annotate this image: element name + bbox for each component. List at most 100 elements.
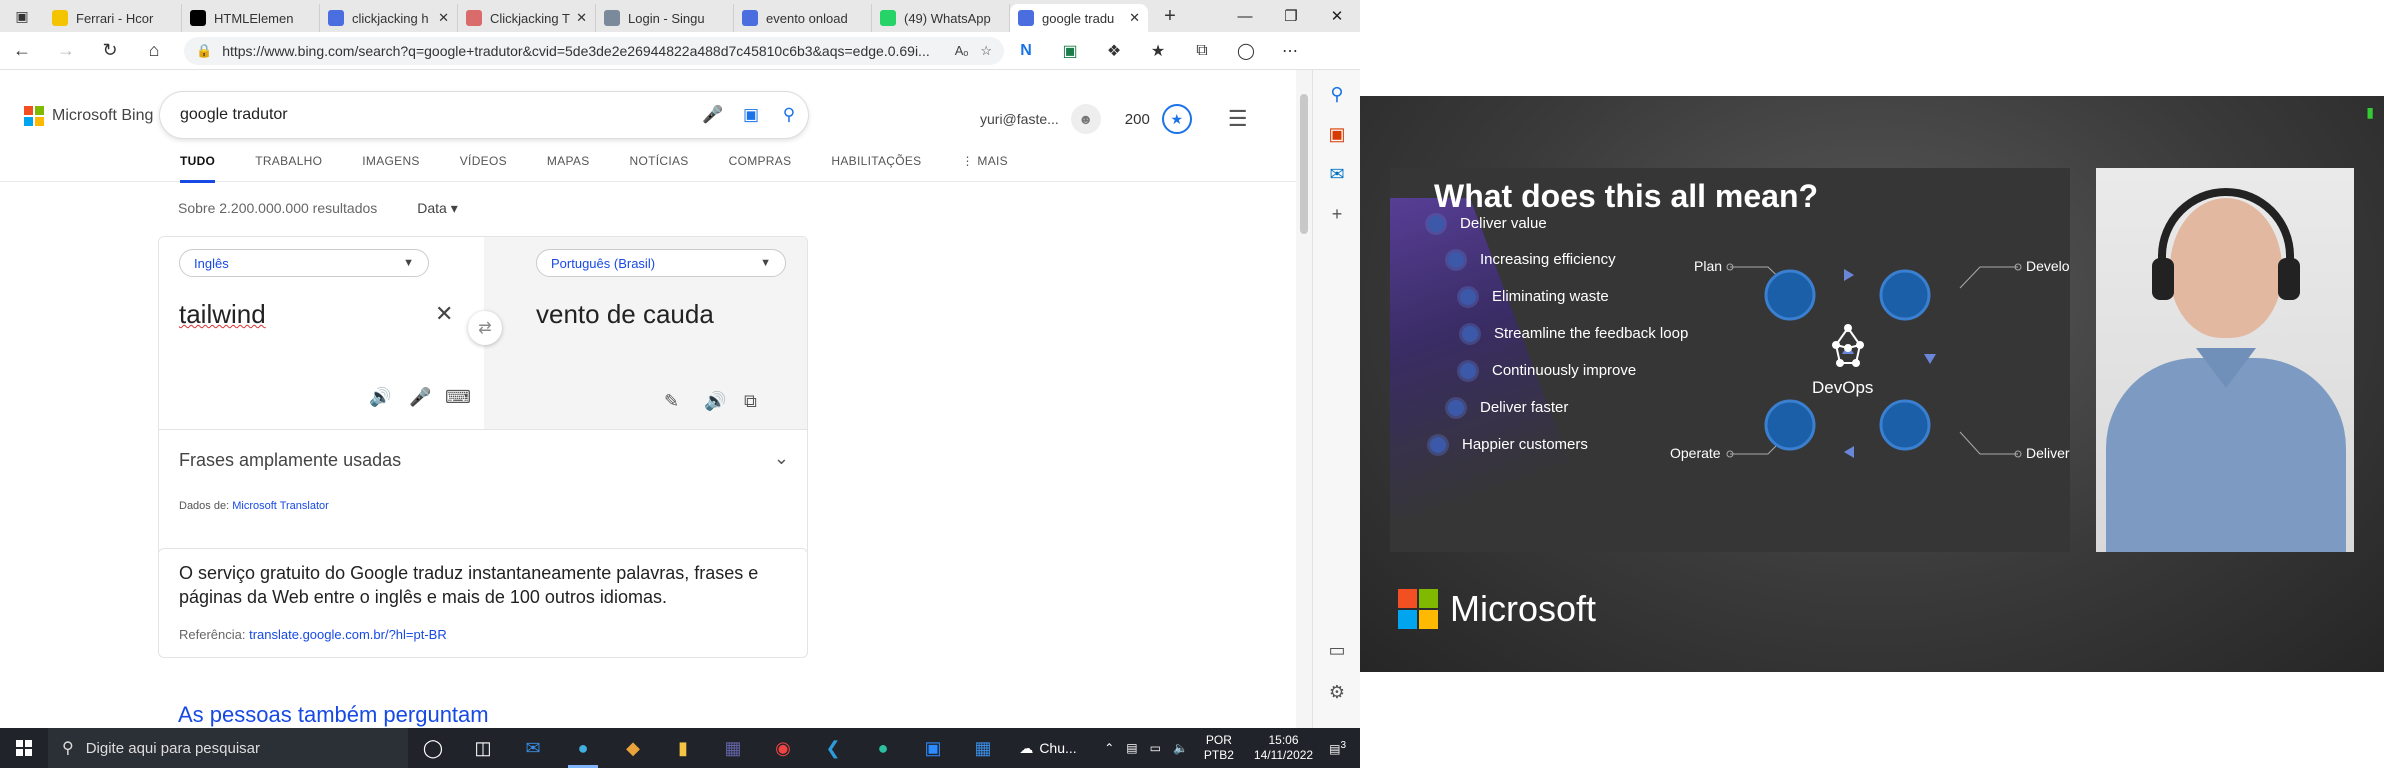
teams-icon[interactable]: ▦ xyxy=(708,728,758,768)
avatar-icon[interactable]: ☻ xyxy=(1070,104,1101,134)
outlook-icon[interactable]: ✉ xyxy=(1313,164,1361,185)
add-icon[interactable]: + xyxy=(1313,204,1361,225)
tab-actions-icon[interactable]: ▣ xyxy=(0,0,44,32)
task-view-icon[interactable]: ◫ xyxy=(458,728,508,768)
weather-icon[interactable]: ☁ Chu... xyxy=(1008,728,1088,768)
clear-icon[interactable]: ✕ xyxy=(435,301,453,327)
swap-languages-button[interactable]: ⇄ xyxy=(468,311,502,345)
browser-tab[interactable]: google tradu ✕ xyxy=(1010,4,1148,32)
zoom-icon[interactable]: ▣ xyxy=(908,728,958,768)
taskbar-search[interactable]: ⚲ Digite aqui para pesquisar xyxy=(48,728,408,768)
scope-tab[interactable]: TRABALHO xyxy=(255,154,322,183)
start-button[interactable] xyxy=(0,728,48,768)
microphone-icon[interactable]: 🎤 xyxy=(409,387,431,408)
scope-tab[interactable]: COMPRAS xyxy=(729,154,792,183)
browser-tab[interactable]: Ferrari - Hcor xyxy=(44,4,182,32)
refresh-button[interactable]: ↻ xyxy=(88,32,132,70)
edge-icon[interactable]: ● xyxy=(558,728,608,768)
calendar-icon[interactable]: ▦ xyxy=(958,728,1008,768)
search-icon[interactable]: ⚲ xyxy=(1313,84,1361,105)
speaker-icon[interactable]: 🔊 xyxy=(369,387,391,408)
browser-tab[interactable]: HTMLElemen xyxy=(182,4,320,32)
keyboard-icon[interactable]: ⌨ xyxy=(445,387,471,408)
read-aloud-icon[interactable]: Aₒ xyxy=(955,43,969,58)
chrome-icon[interactable]: ◉ xyxy=(758,728,808,768)
browser-tab[interactable]: Clickjacking T ✕ xyxy=(458,4,596,32)
scope-tab[interactable]: ⋮ MAIS xyxy=(961,154,1007,183)
close-tab-icon[interactable]: ✕ xyxy=(576,10,587,26)
extension-n-icon[interactable]: N xyxy=(1004,32,1048,70)
account-name[interactable]: yuri@faste... xyxy=(980,111,1059,127)
close-tab-icon[interactable]: ✕ xyxy=(1129,10,1140,26)
phrases-toggle[interactable]: Frases amplamente usadas xyxy=(179,450,401,471)
browser-tab[interactable]: Login - Singu xyxy=(596,4,734,32)
profile-icon[interactable]: ◯ xyxy=(1224,32,1268,70)
devops-nodes xyxy=(1726,263,2022,458)
bing-logo[interactable]: Microsoft Bing xyxy=(24,106,153,126)
page-scrollbar[interactable] xyxy=(1296,70,1312,728)
browser-tab[interactable]: evento onload xyxy=(734,4,872,32)
language-indicator[interactable]: POR PTB2 xyxy=(1204,733,1234,763)
speaker-icon[interactable]: 🔊 xyxy=(704,391,726,412)
edge-secondary-icon[interactable]: ● xyxy=(858,728,908,768)
restore-button[interactable]: ❐ xyxy=(1268,0,1314,32)
favorites-icon[interactable]: ★ xyxy=(1136,32,1180,70)
source-language-select[interactable]: Inglês ▼ xyxy=(179,249,429,277)
tab-title: evento onload xyxy=(766,10,848,26)
scrollbar-thumb[interactable] xyxy=(1300,94,1308,234)
browser-tab[interactable]: clickjacking h ✕ xyxy=(320,4,458,32)
minimize-button[interactable]: — xyxy=(1222,0,1268,32)
settings-more-icon[interactable]: ⋯ xyxy=(1268,32,1312,70)
home-button[interactable]: ⌂ xyxy=(132,32,176,70)
favorite-star-icon[interactable]: ☆ xyxy=(980,43,992,59)
people-also-ask-heading[interactable]: As pessoas também perguntam xyxy=(178,702,489,728)
close-tab-icon[interactable]: ✕ xyxy=(438,10,449,26)
app-icon[interactable]: ◆ xyxy=(608,728,658,768)
chevron-up-icon[interactable]: ⌃ xyxy=(1104,741,1114,755)
source-text-input[interactable]: tailwind xyxy=(179,299,266,330)
address-bar[interactable]: 🔒 https://www.bing.com/search?q=google+t… xyxy=(184,36,1004,65)
scope-tab[interactable]: HABILITAÇÕES xyxy=(831,154,921,183)
collections-icon[interactable]: ⧉ xyxy=(1180,32,1224,70)
menu-icon[interactable]: ☰ xyxy=(1228,106,1248,132)
network-icon[interactable]: ▤ xyxy=(1126,741,1137,755)
search-icon[interactable]: ⚲ xyxy=(770,105,808,125)
credit-link[interactable]: Microsoft Translator xyxy=(232,500,329,512)
copy-icon[interactable]: ⧉ xyxy=(744,391,757,412)
browser-tab[interactable]: (49) WhatsApp xyxy=(872,4,1010,32)
new-tab-button[interactable]: + xyxy=(1148,0,1192,32)
target-language-select[interactable]: Português (Brasil) ▼ xyxy=(536,249,786,277)
search-box[interactable]: google tradutor 🎤 ▣ ⚲ xyxy=(160,92,808,138)
plan-node-icon xyxy=(1764,269,1816,321)
display-icon[interactable]: ▭ xyxy=(1150,741,1161,755)
split-screen-icon[interactable]: ▭ xyxy=(1313,640,1361,661)
visual-search-icon[interactable]: ▣ xyxy=(732,105,770,125)
office-icon[interactable]: ▣ xyxy=(1313,124,1361,145)
rewards-points[interactable]: 200 xyxy=(1125,111,1150,128)
microphone-icon[interactable]: 🎤 xyxy=(694,105,732,125)
vscode-icon[interactable]: ❮ xyxy=(808,728,858,768)
back-button[interactable]: ← xyxy=(0,32,44,70)
scope-tab[interactable]: IMAGENS xyxy=(362,154,419,183)
scope-tab[interactable]: VÍDEOS xyxy=(460,154,507,183)
chevron-down-icon[interactable]: ⌄ xyxy=(774,448,789,469)
scope-tab[interactable]: TUDO xyxy=(180,154,216,183)
close-window-button[interactable]: ✕ xyxy=(1314,0,1360,32)
clock[interactable]: 15:06 14/11/2022 xyxy=(1254,733,1313,763)
date-filter[interactable]: Data ▾ xyxy=(417,200,458,217)
extensions-icon[interactable]: ❖ xyxy=(1092,32,1136,70)
mail-icon[interactable]: ✉ xyxy=(508,728,558,768)
edit-icon[interactable]: ✎ xyxy=(664,391,679,412)
forward-button[interactable]: → xyxy=(44,32,88,70)
file-explorer-icon[interactable]: ▮ xyxy=(658,728,708,768)
scope-tab[interactable]: NOTÍCIAS xyxy=(630,154,689,183)
scope-tab[interactable]: MAPAS xyxy=(547,154,590,183)
gear-icon[interactable]: ⚙ xyxy=(1313,682,1361,703)
search-input[interactable]: google tradutor xyxy=(180,106,694,124)
cortana-icon[interactable]: ◯ xyxy=(408,728,458,768)
rewards-trophy-icon[interactable]: ★ xyxy=(1161,104,1192,134)
notifications-icon[interactable]: ▤3 xyxy=(1329,740,1346,756)
reference-link[interactable]: translate.google.com.br/?hl=pt-BR xyxy=(249,627,447,642)
volume-icon[interactable]: 🔈 xyxy=(1173,741,1188,755)
extension-badge-icon[interactable]: ▣ xyxy=(1048,32,1092,70)
